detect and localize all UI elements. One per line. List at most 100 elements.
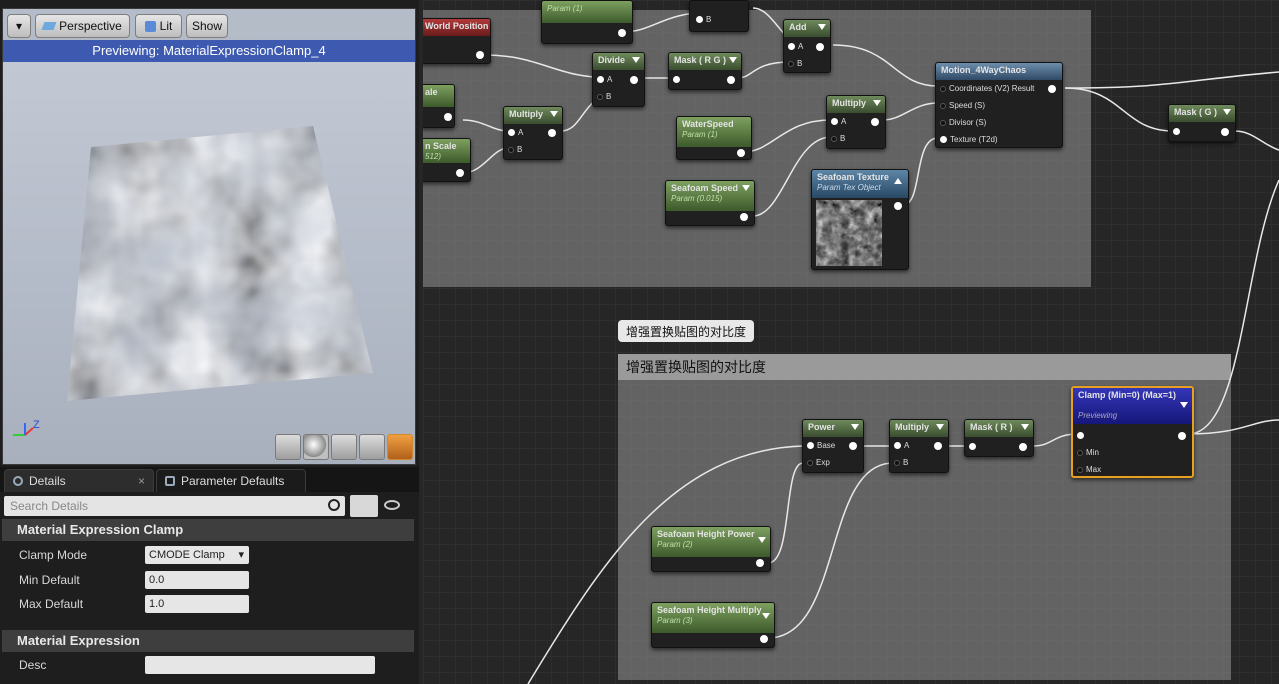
max-default-label: Max Default	[19, 597, 84, 611]
preview-viewport[interactable]: ▾ Perspective Lit Show Previewing: Mater…	[2, 8, 416, 465]
node-title: ale	[425, 87, 438, 97]
view-options-button[interactable]	[350, 495, 378, 517]
pin-a: A	[904, 441, 910, 450]
cylinder-icon[interactable]	[275, 434, 301, 460]
max-default-field[interactable]: 1.0	[145, 595, 249, 613]
parameter-icon	[165, 476, 175, 486]
min-default-row: Min Default 0.0	[2, 568, 414, 592]
node-title: n Scale	[425, 141, 457, 151]
pin-b: B	[903, 458, 909, 467]
pin-coordinates: Coordinates (V2) Result	[949, 84, 1035, 93]
node-title: Divide	[598, 55, 626, 65]
left-panel: ▾ Perspective Lit Show Previewing: Mater…	[0, 0, 419, 684]
tab-details-label: Details	[29, 474, 66, 488]
pin-texture: Texture (T2d)	[950, 135, 998, 144]
min-default-field[interactable]: 0.0	[145, 571, 249, 589]
min-default-label: Min Default	[19, 573, 80, 587]
desc-field[interactable]	[145, 656, 375, 674]
node-title: Seafoam Height Multiply	[657, 605, 762, 615]
node-motion-4waychaos[interactable]: Motion_4WayChaos Coordinates (V2) Result S…	[935, 62, 1063, 148]
tab-params-label: Parameter Defaults	[181, 474, 285, 488]
node-subtitle: Previewing	[1078, 411, 1118, 420]
node-title: World Position	[423, 19, 490, 36]
node-world-position[interactable]: World Position	[423, 18, 491, 64]
node-multiply-1[interactable]: Multiply A B	[503, 106, 563, 160]
section-material-expression[interactable]: Material Expression	[2, 630, 414, 652]
preview-plane	[13, 126, 373, 436]
node-seafoam-texture[interactable]: Seafoam Texture Param Tex Object	[811, 169, 909, 270]
cube-icon[interactable]	[359, 434, 385, 460]
node-seafoam-height-power[interactable]: Seafoam Height Power Param (2)	[651, 526, 771, 572]
node-param-top[interactable]: Param (1)	[541, 0, 633, 44]
pin-exp: Exp	[816, 458, 830, 467]
node-mask-g[interactable]: Mask ( G )	[1168, 104, 1236, 142]
search-icon[interactable]	[328, 499, 340, 511]
search-details-input[interactable]: Search Details	[4, 496, 345, 516]
node-multiply-3[interactable]: Multiply A B	[889, 419, 949, 473]
node-clamp[interactable]: Clamp (Min=0) (Max=1) Previewing Min Max	[1071, 386, 1194, 478]
pin-base: Base	[817, 441, 836, 450]
preview-mesh-buttons	[275, 434, 413, 460]
node-title: Mask ( R G )	[674, 55, 727, 65]
node-title: Power	[808, 422, 836, 432]
pin-a: A	[798, 42, 804, 51]
node-title: Mask ( G )	[1174, 107, 1218, 117]
node-title: Seafoam Height Power	[657, 529, 755, 539]
node-title: Multiply	[832, 98, 866, 108]
desc-label: Desc	[19, 658, 47, 672]
clamp-mode-row: Clamp Mode CMODE Clamp ▾	[2, 543, 414, 567]
node-title: Seafoam Speed	[671, 183, 739, 193]
node-title: Motion_4WayChaos	[941, 65, 1027, 75]
chevron-down-icon: ▾	[238, 549, 244, 561]
node-subtitle: Param (3)	[657, 616, 693, 625]
tab-parameter-defaults[interactable]: Parameter Defaults	[156, 469, 306, 492]
node-subtitle: Param (2)	[657, 540, 693, 549]
eye-icon[interactable]	[384, 500, 400, 510]
section-material-expression-clamp[interactable]: Material Expression Clamp	[2, 519, 414, 541]
clamp-mode-select[interactable]: CMODE Clamp ▾	[145, 546, 249, 564]
pin-a: A	[841, 117, 847, 126]
node-mask-r[interactable]: Mask ( R )	[964, 419, 1034, 457]
material-graph[interactable]: 增强置换贴图的对比度 增强置换贴图的对比度 World Position Par…	[423, 0, 1279, 684]
close-icon[interactable]: ×	[138, 474, 145, 488]
section1-label: Material Expression Clamp	[17, 522, 184, 537]
node-mask-rg[interactable]: Mask ( R G )	[668, 52, 742, 90]
node-seafoam-speed[interactable]: Seafoam Speed Param (0.015)	[665, 180, 755, 226]
section2-label: Material Expression	[17, 633, 140, 648]
pin-a: A	[607, 75, 613, 84]
teapot-icon[interactable]	[387, 434, 413, 460]
pin-b: B	[840, 134, 846, 143]
max-default-row: Max Default 1.0	[2, 592, 414, 616]
output-pin[interactable]	[476, 51, 484, 59]
node-title: Add	[789, 22, 807, 32]
plane-icon[interactable]	[331, 434, 357, 460]
node-scale[interactable]: ale	[423, 84, 455, 128]
node-title: Multiply	[895, 422, 929, 432]
tab-details[interactable]: Details ×	[4, 469, 154, 492]
node-title: Seafoam Texture	[817, 172, 889, 182]
node-subtitle: Param Tex Object	[817, 183, 881, 192]
pin-min: Min	[1086, 448, 1099, 457]
node-divide[interactable]: Divide A B	[592, 52, 645, 107]
node-n-scale[interactable]: n Scale 512)	[423, 138, 471, 182]
clamp-mode-label: Clamp Mode	[19, 548, 88, 562]
sphere-icon[interactable]	[303, 434, 329, 460]
desc-row: Desc	[2, 653, 414, 677]
node-title: Multiply	[509, 109, 543, 119]
details-tabbar: Details × Parameter Defaults	[0, 467, 419, 492]
texture-thumbnail	[816, 200, 882, 266]
axis-z-label: Z	[33, 419, 40, 431]
pin-speed: Speed (S)	[949, 101, 986, 110]
node-subtitle: Param (1)	[547, 4, 583, 13]
node-seafoam-height-multiply[interactable]: Seafoam Height Multiply Param (3)	[651, 602, 775, 648]
node-waterspeed[interactable]: WaterSpeed Param (1)	[676, 116, 752, 160]
output-pin[interactable]	[618, 29, 626, 37]
node-power[interactable]: Power Base Exp	[802, 419, 864, 473]
node-add[interactable]: Add A B	[783, 19, 831, 73]
pin-b: B	[797, 59, 803, 68]
node-subtitle: Param (1)	[682, 130, 718, 139]
node-multiply-2[interactable]: Multiply A B	[826, 95, 886, 149]
node-b-top[interactable]: B	[689, 0, 749, 32]
node-title: WaterSpeed	[682, 119, 734, 129]
details-icon	[13, 476, 23, 486]
